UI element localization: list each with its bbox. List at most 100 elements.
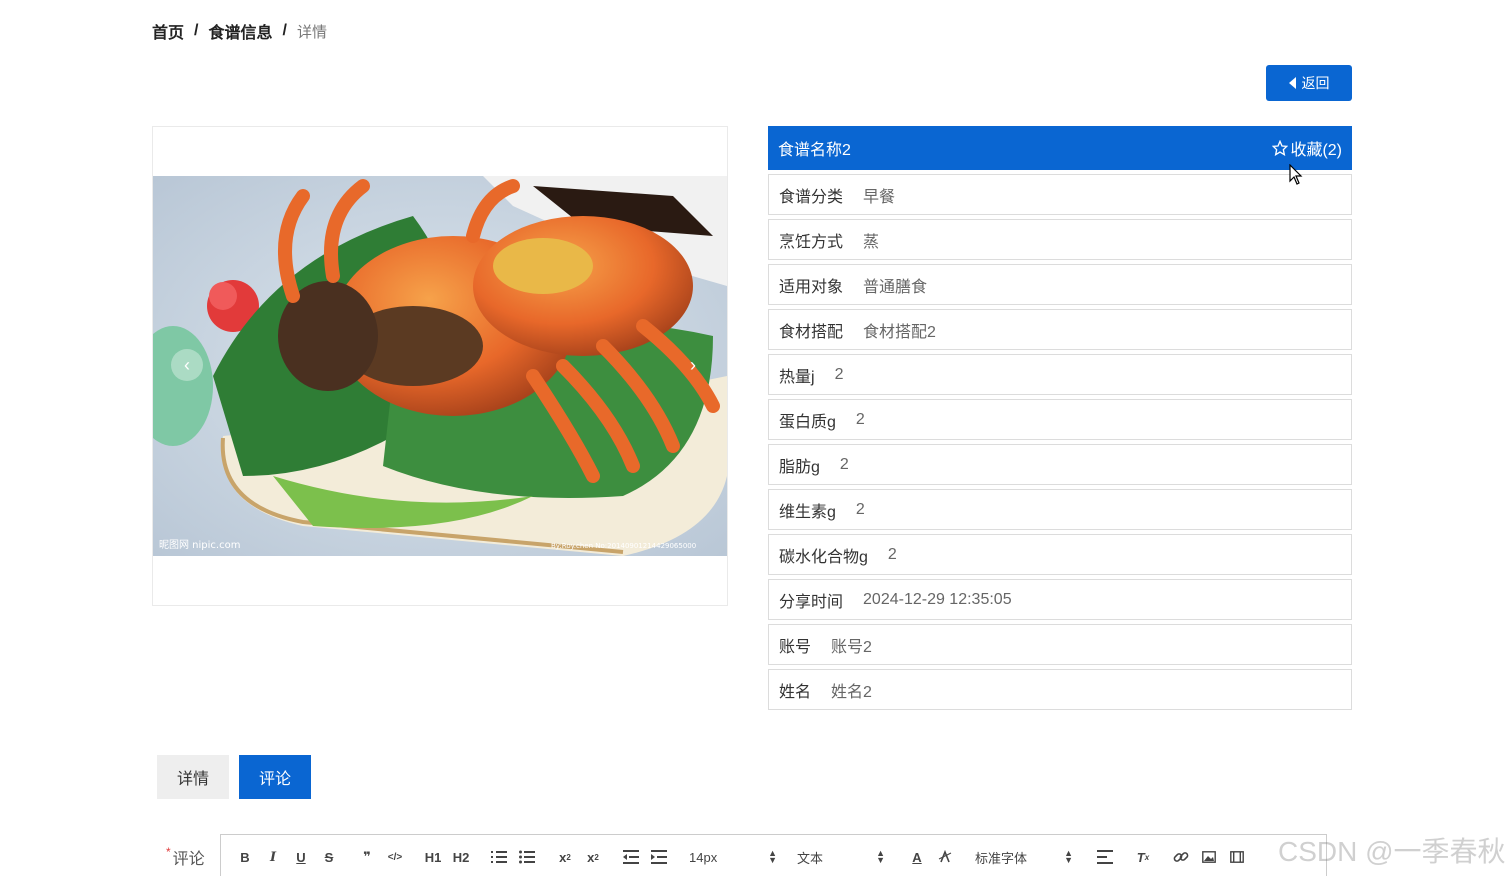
clear-format-button[interactable]: Tx — [1129, 845, 1157, 869]
comment-label-text: 评论 — [172, 851, 205, 868]
tab-details[interactable]: 详情 — [157, 755, 229, 799]
recipe-name: 食谱名称2 — [778, 142, 851, 159]
info-row: 蛋白质g 2 — [768, 399, 1352, 440]
info-label: 姓名 — [779, 683, 812, 701]
bullet-list-button[interactable] — [513, 845, 541, 869]
info-row: 姓名 姓名2 — [768, 669, 1352, 710]
watermark: CSDN @一季春秋 — [1278, 836, 1506, 867]
photo-watermark-left: 昵图网 nipic.com — [159, 539, 240, 551]
align-button[interactable] — [1091, 845, 1119, 869]
chevron-right-icon: › — [690, 354, 696, 375]
info-value: 2024-12-29 12:35:05 — [863, 590, 1012, 608]
info-label: 脂肪g — [779, 458, 820, 476]
font-family-select[interactable]: 标准字体 ▲ ▼ — [969, 845, 1079, 869]
info-row: 维生素g 2 — [768, 489, 1352, 530]
info-row: 烹饪方式 蒸 — [768, 219, 1352, 260]
underline-button[interactable]: U — [287, 845, 315, 869]
highlight-icon — [938, 850, 952, 863]
info-row: 碳水化合物g 2 — [768, 534, 1352, 575]
back-button-label: 返回 — [1301, 75, 1330, 91]
info-label: 维生素g — [779, 503, 836, 521]
info-label: 分享时间 — [779, 593, 844, 611]
outdent-button[interactable] — [617, 845, 645, 869]
favorite-button[interactable]: 收藏(2) — [1272, 136, 1342, 160]
star-icon — [1272, 140, 1289, 156]
mouse-cursor-icon — [1289, 164, 1303, 185]
text-type-select[interactable]: 文本 ▲ ▼ — [791, 845, 891, 869]
select-arrows-icon: ▲ ▼ — [876, 848, 885, 865]
info-value: 账号2 — [831, 638, 872, 656]
info-label: 账号 — [779, 638, 812, 656]
tab-comments[interactable]: 评论 — [239, 755, 311, 799]
info-value: 2 — [834, 365, 844, 383]
recipe-info-panel: 食谱名称2 收藏(2) 食谱分类 早餐 烹饪方式 蒸适用对象 普通膳食 食材搭配 食材搭配2… — [768, 126, 1352, 710]
photo-watermark-right: By:Roy.chen No:20140901214429065000 — [551, 542, 696, 550]
italic-button[interactable]: I — [259, 845, 287, 869]
font-family-value: 标准字体 — [975, 850, 1028, 866]
crab-dish-image: 昵图网 nipic.com By:Roy.chen No:20140901214… — [153, 176, 727, 556]
info-value: 2 — [855, 410, 865, 428]
info-label: 蛋白质g — [779, 413, 836, 431]
carousel-next-button[interactable]: › — [677, 349, 709, 381]
info-value: 2 — [887, 545, 897, 563]
image-icon — [1202, 851, 1216, 863]
heading1-button[interactable]: H1 — [419, 845, 447, 869]
indent-button[interactable] — [645, 845, 673, 869]
indent-icon — [651, 850, 667, 864]
breadcrumb-current: 详情 — [296, 23, 327, 41]
breadcrumb-home[interactable]: 首页 — [152, 19, 184, 43]
info-row: 食材搭配 食材搭配2 — [768, 309, 1352, 350]
superscript-button[interactable]: x2 — [579, 845, 607, 869]
info-value: 蒸 — [863, 233, 880, 251]
info-row: 脂肪g 2 — [768, 444, 1352, 485]
info-value: 2 — [855, 500, 865, 518]
bullet-list-icon — [519, 850, 535, 864]
caret-left-icon — [1288, 77, 1296, 89]
info-label: 食材搭配 — [779, 323, 844, 341]
required-mark: * — [166, 845, 171, 859]
select-arrows-icon: ▲ ▼ — [768, 848, 777, 865]
recipe-photo: 昵图网 nipic.com By:Roy.chen No:20140901214… — [153, 176, 727, 556]
info-label: 烹饪方式 — [779, 233, 844, 251]
breadcrumb-section[interactable]: 食谱信息 — [208, 19, 272, 43]
recipe-image-carousel: 昵图网 nipic.com By:Roy.chen No:20140901214… — [152, 126, 728, 606]
ordered-list-button[interactable] — [485, 845, 513, 869]
info-value: 食材搭配2 — [863, 323, 936, 341]
font-size-value: 14px — [689, 849, 718, 865]
ordered-list-icon — [491, 851, 507, 863]
strike-button[interactable]: S — [315, 845, 343, 869]
favorite-label: 收藏(2) — [1290, 142, 1342, 159]
code-block-button[interactable]: </> — [381, 845, 409, 869]
background-color-button[interactable] — [931, 845, 959, 869]
link-button[interactable] — [1167, 845, 1195, 869]
blockquote-button[interactable]: ❞ — [353, 845, 381, 869]
info-label: 食谱分类 — [779, 188, 844, 206]
info-row: 食谱分类 早餐 — [768, 174, 1352, 215]
info-row: 热量j 2 — [768, 354, 1352, 395]
detail-tabs: 详情 评论 — [157, 755, 311, 799]
heading2-button[interactable]: H2 — [447, 845, 475, 869]
image-button[interactable] — [1195, 845, 1223, 869]
link-icon — [1173, 852, 1189, 862]
breadcrumb-separator: / — [194, 22, 199, 39]
subscript-button[interactable]: x2 — [551, 845, 579, 869]
info-label: 适用对象 — [779, 278, 844, 296]
carousel-prev-button[interactable]: ‹ — [171, 349, 203, 381]
editor-toolbar: B I U S ❞ </> H1 H2 x2 x2 14px ▲ ▼ 文本 ▲ … — [220, 834, 1327, 876]
outdent-icon — [623, 850, 639, 864]
info-value: 姓名2 — [831, 683, 872, 701]
info-value: 2 — [839, 455, 849, 473]
info-row: 分享时间 2024-12-29 12:35:05 — [768, 579, 1352, 620]
back-button[interactable]: 返回 — [1266, 65, 1352, 101]
font-color-button[interactable]: A — [903, 845, 931, 869]
breadcrumb: 首页 / 食谱信息 / 详情 — [152, 19, 327, 43]
align-left-icon — [1097, 850, 1113, 864]
bold-button[interactable]: B — [231, 845, 259, 869]
select-arrows-icon: ▲ ▼ — [1064, 848, 1073, 865]
info-label: 碳水化合物g — [779, 548, 868, 566]
video-icon — [1230, 851, 1244, 863]
font-size-select[interactable]: 14px ▲ ▼ — [683, 845, 783, 869]
info-label: 热量j — [779, 368, 815, 386]
video-button[interactable] — [1223, 845, 1251, 869]
info-value: 早餐 — [863, 188, 896, 206]
